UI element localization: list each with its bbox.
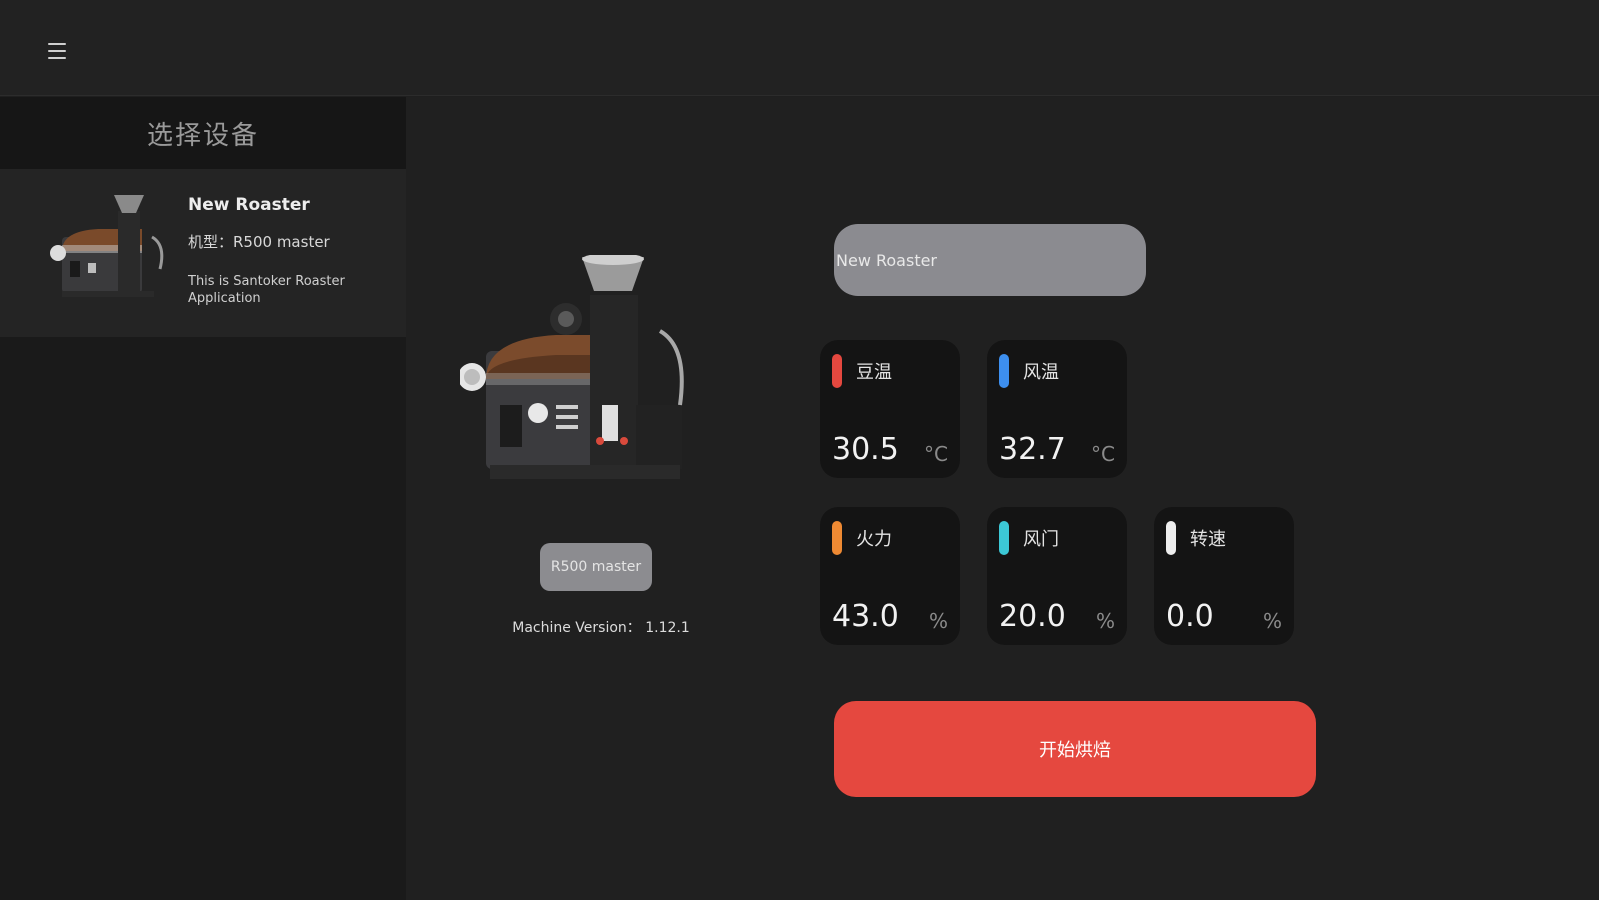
machine-version: Machine Version： 1.12.1 <box>466 617 736 637</box>
stat-label: 风温 <box>1023 362 1059 383</box>
stat-value: 0.0 <box>1166 599 1214 634</box>
stat-value: 30.5 <box>832 432 899 467</box>
fire-power-color-bar <box>832 521 842 555</box>
roaster-thumbnail <box>50 195 164 297</box>
stat-unit: % <box>1095 609 1115 633</box>
bean-temp-color-bar <box>832 354 842 388</box>
stat-label: 豆温 <box>856 362 892 383</box>
version-value: 1.12.1 <box>645 620 690 636</box>
stat-card-air-damper: 风门 20.0 % <box>987 507 1127 645</box>
stat-value: 20.0 <box>999 599 1066 634</box>
sidebar-title: 选择设备 <box>0 97 406 169</box>
stat-value: 32.7 <box>999 432 1066 467</box>
stat-card-drum-speed: 转速 0.0 % <box>1154 507 1294 645</box>
device-name: New Roaster <box>188 195 310 215</box>
hamburger-menu-icon[interactable] <box>42 36 72 66</box>
roaster-machine-image <box>460 255 684 479</box>
air-damper-color-bar <box>999 521 1009 555</box>
start-roasting-button[interactable]: 开始烘焙 <box>834 701 1316 797</box>
main-panel: R500 master Machine Version： 1.12.1 豆温 3… <box>406 97 1599 900</box>
device-sidebar: 选择设备 New Roaster 机型：R500 master This is … <box>0 97 406 900</box>
version-label: Machine Version： <box>512 620 641 636</box>
stat-label: 火力 <box>856 529 892 550</box>
device-list-item[interactable]: New Roaster 机型：R500 master This is Santo… <box>0 169 406 337</box>
stat-label: 转速 <box>1190 529 1226 550</box>
device-name-input[interactable] <box>834 224 1146 296</box>
model-badge: R500 master <box>540 543 652 591</box>
stat-unit: % <box>928 609 948 633</box>
stat-unit: % <box>1262 609 1282 633</box>
top-bar <box>0 0 1599 96</box>
device-description: This is Santoker Roaster Application <box>188 274 345 306</box>
drum-speed-color-bar <box>1166 521 1176 555</box>
device-model: 机型：R500 master <box>188 233 330 251</box>
stat-value: 43.0 <box>832 599 899 634</box>
stat-unit: °C <box>1091 442 1115 466</box>
stat-card-fire-power: 火力 43.0 % <box>820 507 960 645</box>
stat-unit: °C <box>924 442 948 466</box>
stat-card-air-temp: 风温 32.7 °C <box>987 340 1127 478</box>
stat-card-bean-temp: 豆温 30.5 °C <box>820 340 960 478</box>
air-temp-color-bar <box>999 354 1009 388</box>
stat-label: 风门 <box>1023 529 1059 550</box>
